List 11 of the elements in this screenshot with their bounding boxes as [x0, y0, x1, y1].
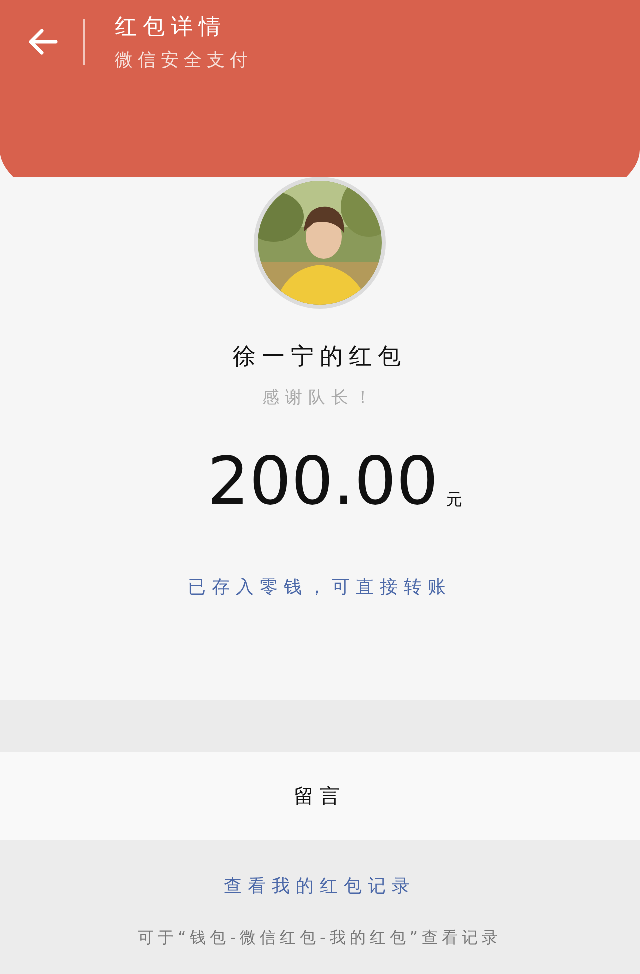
currency-unit: 元 [446, 490, 462, 511]
page-subtitle: 微信安全支付 [115, 49, 253, 72]
back-arrow-icon[interactable] [28, 29, 58, 55]
hint-text: 可于“钱包-微信红包-我的红包”查看记录 [138, 928, 502, 949]
message-label: 留言 [294, 782, 346, 810]
greeting-text: 感谢队长！ [262, 387, 378, 409]
amount: 200.00 [208, 449, 438, 515]
page-title: 红包详情 [115, 14, 228, 42]
status-link[interactable]: 已存入零钱，可直接转账 [188, 575, 452, 599]
sender-title: 徐一宁的红包 [233, 343, 407, 372]
records-link[interactable]: 查看我的红包记录 [224, 874, 416, 898]
